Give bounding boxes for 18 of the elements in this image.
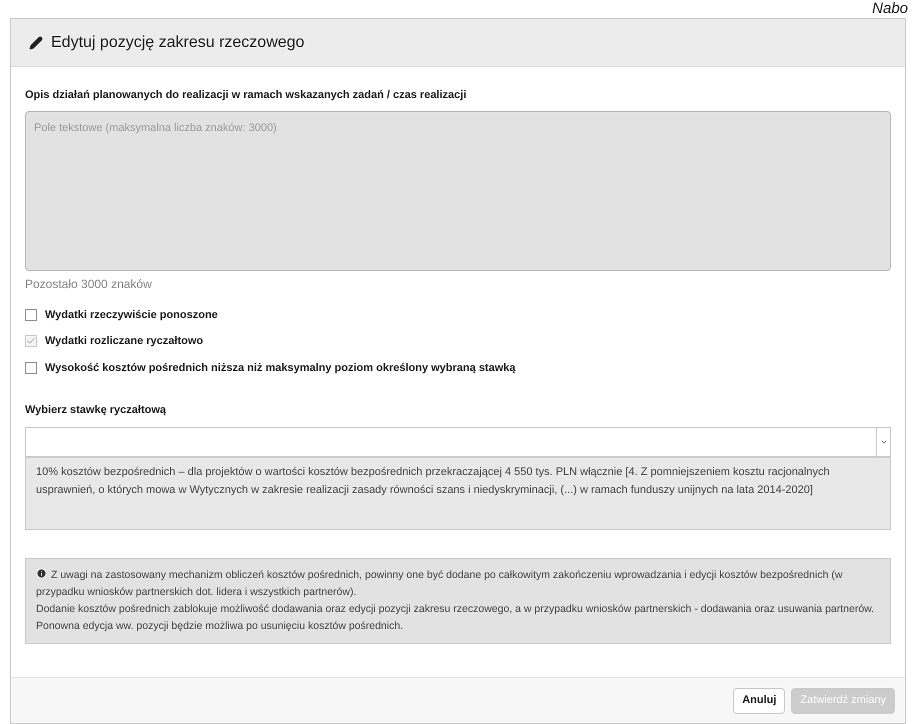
dialog-title: Edytuj pozycję zakresu rzeczowego xyxy=(51,32,304,52)
character-counter: Pozostało 3000 znaków xyxy=(25,276,153,292)
background-text: Nabo xyxy=(872,0,908,18)
field-label: Wybierz stawkę ryczałtową xyxy=(25,403,168,418)
checkbox[interactable] xyxy=(25,308,37,321)
info-text: Z uwagi na zastosowany mechanizm obliczeń kosztów pośrednich, powinny one być dodane po całkowitym zakończeniu wprowadzania i edycji kosztów bezpośrednich (w przypadku wniosków partnerskich dot. lidera i wszystkich partnerów). xyxy=(36,566,844,600)
checkbox[interactable] xyxy=(25,362,37,374)
info-icon xyxy=(36,568,47,578)
rate-select[interactable] xyxy=(25,426,891,456)
rate-description: 10% kosztów bezpośrednich – dla projektów o wartości kosztów bezpośrednich przekraczającej 4 550 tys. PLN włącznie [4. Z pomniejszeniem kosztu racjonalnych usprawnień, o których mowa w Wytycznych w zakresie realizacji zasady równości szans i niedyskryminacji, (...) w ramach funduszy unijnych na lata 2014-2020] xyxy=(25,456,891,530)
pencil-icon xyxy=(29,36,43,50)
info-text: Dodanie kosztów pośrednich zablokuje możliwość dodawania oraz edycji pozycji zakresu rzeczowego, a w przypadku wniosków partnerskich - dodawania oraz usuwania partnerów. Ponowna edycja ww. pozycji będzie możliwa po usunięciu kosztów pośrednich. xyxy=(36,602,876,634)
checkbox-label: Wydatki rozliczane ryczałtowo xyxy=(45,334,204,349)
field-label: Opis działań planowanych do realizacji w ramach wskazanych zadań / czas realizacji xyxy=(25,88,468,103)
checkbox-label: Wydatki rzeczywiście ponoszone xyxy=(45,308,218,322)
cancel-button[interactable]: Anuluj xyxy=(733,688,786,714)
checkbox-label: Wysokość kosztów pośrednich niższa niż maksymalny poziom określony wybraną stawką xyxy=(45,360,516,376)
description-field[interactable]: Pole tekstowe (maksymalna liczba znaków: 3000) xyxy=(25,110,891,270)
